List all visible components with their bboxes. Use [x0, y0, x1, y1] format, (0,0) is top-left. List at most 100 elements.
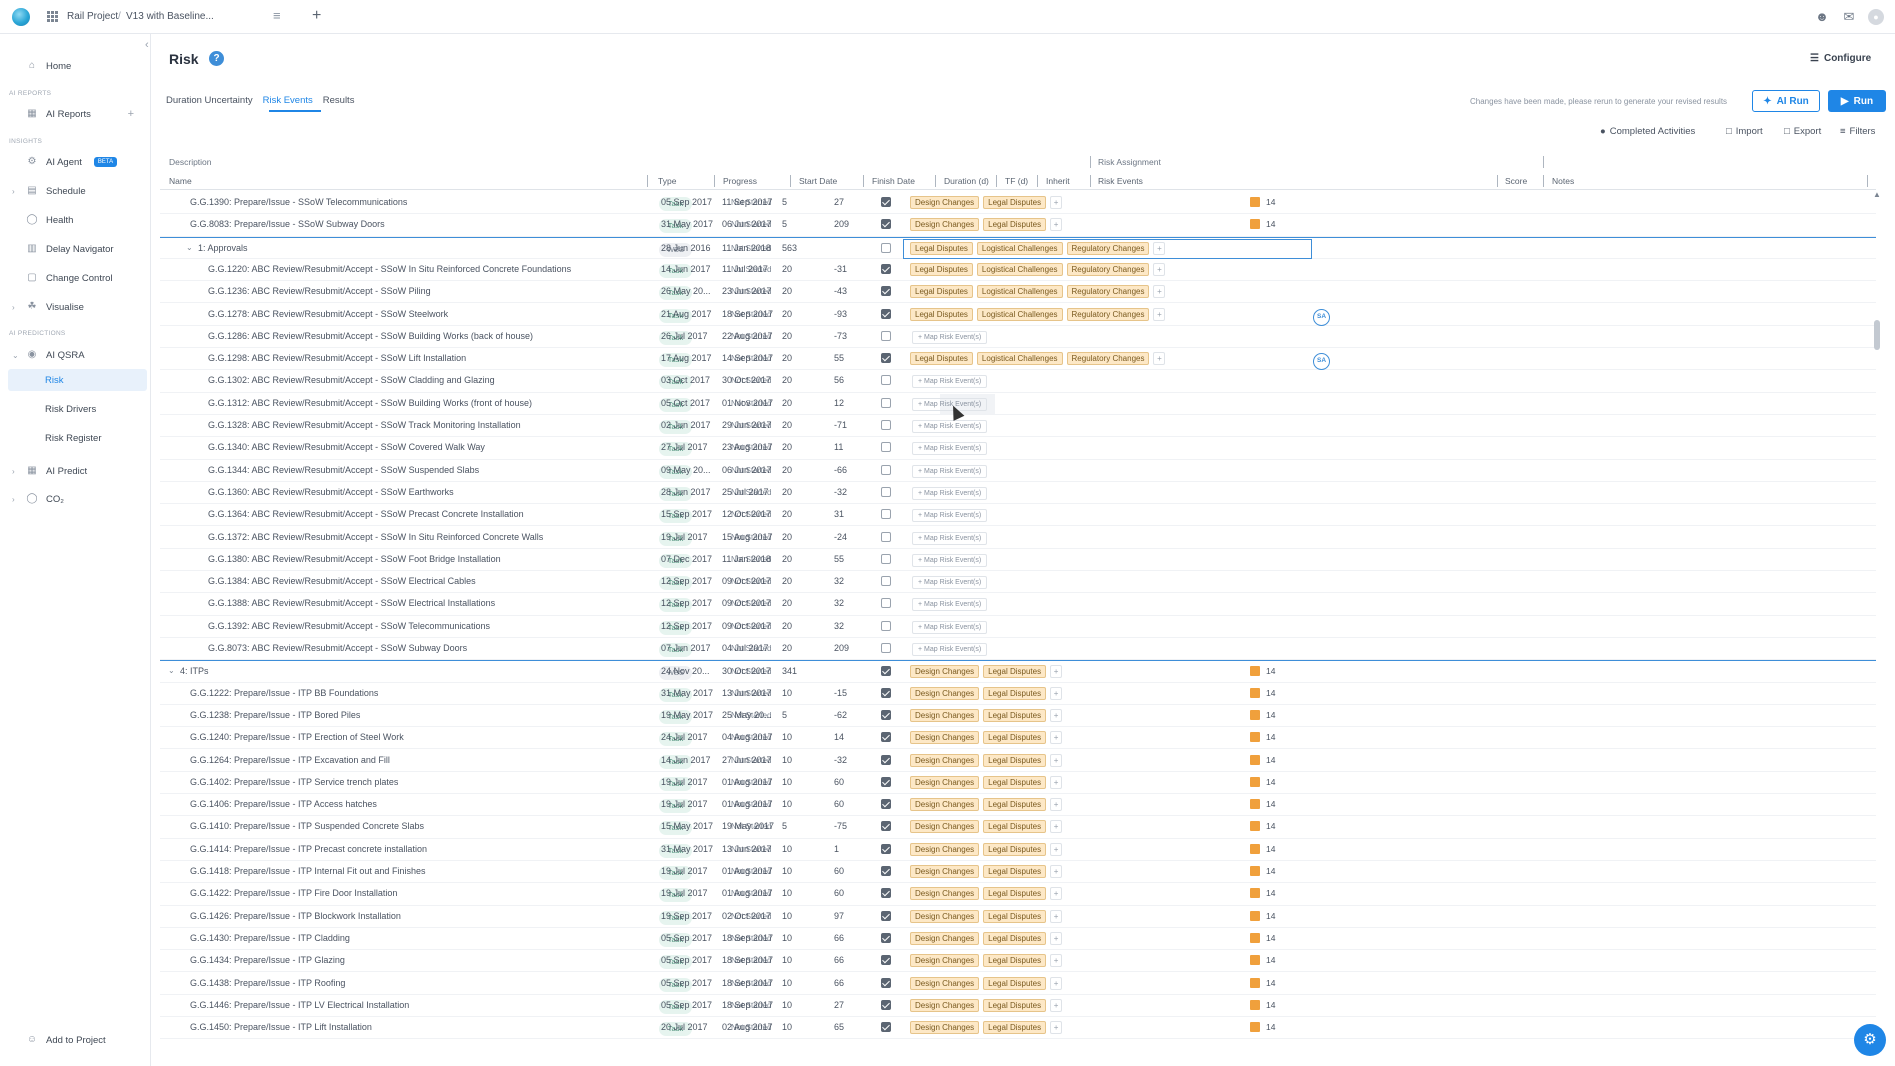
duration[interactable]: 10 [782, 911, 792, 921]
add-report-button[interactable]: + [128, 108, 134, 120]
inherit-checkbox[interactable] [881, 509, 891, 520]
table-row[interactable]: G.G.1390: Prepare/Issue - SSoW Telecommu… [160, 192, 1876, 215]
risk-event-tag[interactable]: Legal Disputes [910, 262, 973, 276]
activity-name[interactable]: G.G.1286: ABC Review/Resubmit/Accept - S… [208, 331, 533, 341]
table-row[interactable]: G.G.1328: ABC Review/Resubmit/Accept - S… [160, 415, 1876, 438]
sidebar-item-ai-reports[interactable]: ▦ AI Reports + [0, 102, 148, 126]
inherit-checkbox[interactable] [881, 732, 891, 743]
risk-event-tag[interactable]: Legal Disputes [983, 708, 1047, 722]
col-header-inherit[interactable]: Inherit [1046, 176, 1070, 186]
add-risk-event-button[interactable]: + [1050, 218, 1063, 232]
table-row[interactable]: G.G.8073: ABC Review/Resubmit/Accept - S… [160, 638, 1876, 661]
export-button[interactable]: □ Export [1784, 126, 1821, 137]
activity-name[interactable]: G.G.1278: ABC Review/Resubmit/Accept - S… [208, 309, 448, 319]
chevron-down-icon[interactable]: ⌄ [186, 243, 193, 252]
risk-event-tag[interactable]: Legal Disputes [983, 842, 1047, 856]
inherit-checkbox[interactable] [881, 843, 891, 854]
inherit-checkbox[interactable] [881, 286, 891, 297]
risk-event-tag[interactable]: Legal Disputes [983, 196, 1047, 209]
risk-event-tag[interactable]: Logistical Challenges [976, 352, 1063, 366]
risk-event-tag[interactable]: Design Changes [910, 1021, 980, 1035]
duration[interactable]: 10 [782, 933, 792, 943]
add-tab-button[interactable]: + [312, 7, 321, 25]
duration[interactable]: 20 [782, 420, 792, 430]
inherit-checkbox[interactable] [881, 442, 891, 453]
inherit-checkbox[interactable] [881, 330, 891, 341]
table-row[interactable]: G.G.1278: ABC Review/Resubmit/Accept - S… [160, 304, 1876, 326]
risk-event-tag[interactable]: Legal Disputes [910, 307, 973, 321]
table-row[interactable]: G.G.1360: ABC Review/Resubmit/Accept - S… [160, 482, 1876, 505]
risk-event-tag[interactable]: Legal Disputes [983, 998, 1047, 1012]
table-row[interactable]: G.G.1286: ABC Review/Resubmit/Accept - S… [160, 326, 1876, 349]
risk-event-tag[interactable]: Regulatory Changes [1066, 307, 1150, 321]
activity-name[interactable]: G.G.1380: ABC Review/Resubmit/Accept - S… [208, 554, 501, 564]
table-row[interactable]: G.G.1222: Prepare/Issue - ITP BB Foundat… [160, 683, 1876, 705]
activity-name[interactable]: G.G.1422: Prepare/Issue - ITP Fire Door … [190, 888, 397, 898]
sidebar-item-risk[interactable]: Risk [45, 375, 63, 386]
add-risk-event-button[interactable]: + [1050, 998, 1063, 1012]
table-row[interactable]: G.G.1380: ABC Review/Resubmit/Accept - S… [160, 549, 1876, 572]
add-risk-event-button[interactable]: + [1050, 1021, 1063, 1035]
col-header-notes[interactable]: Notes [1552, 176, 1574, 186]
duration[interactable]: 20 [782, 465, 792, 475]
table-row[interactable]: G.G.1220: ABC Review/Resubmit/Accept - S… [160, 259, 1876, 282]
map-risk-event-button[interactable]: + Map Risk Event(s) [912, 464, 988, 478]
duration[interactable]: 10 [782, 955, 792, 965]
table-row[interactable]: G.G.1388: ABC Review/Resubmit/Accept - S… [160, 593, 1876, 616]
inherit-checkbox[interactable] [881, 754, 891, 765]
add-risk-event-button[interactable]: + [1050, 931, 1063, 945]
activity-name[interactable]: G.G.1426: Prepare/Issue - ITP Blockwork … [190, 911, 401, 921]
activity-name[interactable]: G.G.1328: ABC Review/Resubmit/Accept - S… [208, 420, 521, 430]
configure-button[interactable]: ☰ Configure [1810, 53, 1871, 64]
add-risk-event-button[interactable]: + [1050, 865, 1063, 878]
col-header-name[interactable]: Name [169, 176, 192, 186]
duration[interactable]: 10 [782, 978, 792, 988]
activity-name[interactable]: G.G.1414: Prepare/Issue - ITP Precast co… [190, 844, 427, 854]
risk-event-tag[interactable]: Legal Disputes [910, 285, 973, 299]
add-risk-event-button[interactable]: + [1050, 820, 1063, 834]
col-header-progress[interactable]: Progress [723, 176, 757, 186]
inherit-checkbox[interactable] [881, 709, 891, 720]
table-row[interactable]: G.G.1446: Prepare/Issue - ITP LV Electri… [160, 995, 1876, 1018]
risk-event-tag[interactable]: Legal Disputes [910, 241, 973, 255]
table-row[interactable]: G.G.1438: Prepare/Issue - ITP Roofing Tas… [160, 973, 1876, 995]
risk-event-tag[interactable]: Legal Disputes [983, 218, 1047, 232]
inherit-checkbox[interactable] [881, 263, 891, 274]
activity-name[interactable]: G.G.1220: ABC Review/Resubmit/Accept - S… [208, 264, 571, 274]
add-risk-event-button[interactable]: + [1153, 241, 1166, 255]
activity-name[interactable]: G.G.1222: Prepare/Issue - ITP BB Foundat… [190, 688, 378, 698]
chevron-right-icon[interactable]: › [12, 467, 15, 476]
risk-event-tag[interactable]: Design Changes [910, 798, 980, 812]
inherit-checkbox[interactable] [881, 799, 891, 810]
inherit-checkbox[interactable] [881, 219, 891, 230]
add-risk-event-button[interactable]: + [1050, 775, 1063, 789]
risk-event-tag[interactable]: Design Changes [910, 931, 980, 945]
inherit-checkbox[interactable] [881, 1022, 891, 1033]
sidebar-item-home[interactable]: ⌂ Home [0, 54, 148, 78]
risk-event-tag[interactable]: Design Changes [910, 731, 980, 745]
map-risk-event-button[interactable]: + Map Risk Event(s) [912, 576, 988, 590]
risk-event-tag[interactable]: Design Changes [910, 753, 980, 767]
risk-event-tag[interactable]: Design Changes [910, 998, 980, 1012]
inherit-checkbox[interactable] [881, 643, 891, 653]
table-row[interactable]: G.G.1450: Prepare/Issue - ITP Lift Insta… [160, 1017, 1876, 1040]
activity-name[interactable]: G.G.1430: Prepare/Issue - ITP Cladding [190, 933, 350, 943]
activity-name[interactable]: G.G.1434: Prepare/Issue - ITP Glazing [190, 955, 345, 965]
inherit-checkbox[interactable] [881, 866, 891, 876]
duration[interactable]: 20 [782, 598, 792, 608]
map-risk-event-button[interactable]: + Map Risk Event(s) [912, 643, 988, 656]
inherit-checkbox[interactable] [881, 576, 891, 587]
activity-name[interactable]: G.G.1392: ABC Review/Resubmit/Accept - S… [208, 621, 490, 631]
inherit-checkbox[interactable] [881, 531, 891, 542]
risk-event-tag[interactable]: Legal Disputes [983, 1021, 1047, 1035]
inherit-checkbox[interactable] [881, 977, 891, 988]
map-risk-event-button[interactable]: + Map Risk Event(s) [912, 620, 988, 634]
duration[interactable]: 5 [782, 219, 787, 229]
duration[interactable]: 341 [782, 666, 797, 676]
col-header-score[interactable]: Score [1505, 176, 1527, 186]
inherit-checkbox[interactable] [881, 776, 891, 787]
sidebar-item-ai-qsra[interactable]: ⌄ ◉ AI QSRA [0, 343, 148, 367]
note-avatar[interactable]: SA [1313, 353, 1330, 371]
risk-event-tag[interactable]: Legal Disputes [983, 753, 1047, 767]
tab-duration-uncertainty[interactable]: Duration Uncertainty [166, 95, 261, 111]
